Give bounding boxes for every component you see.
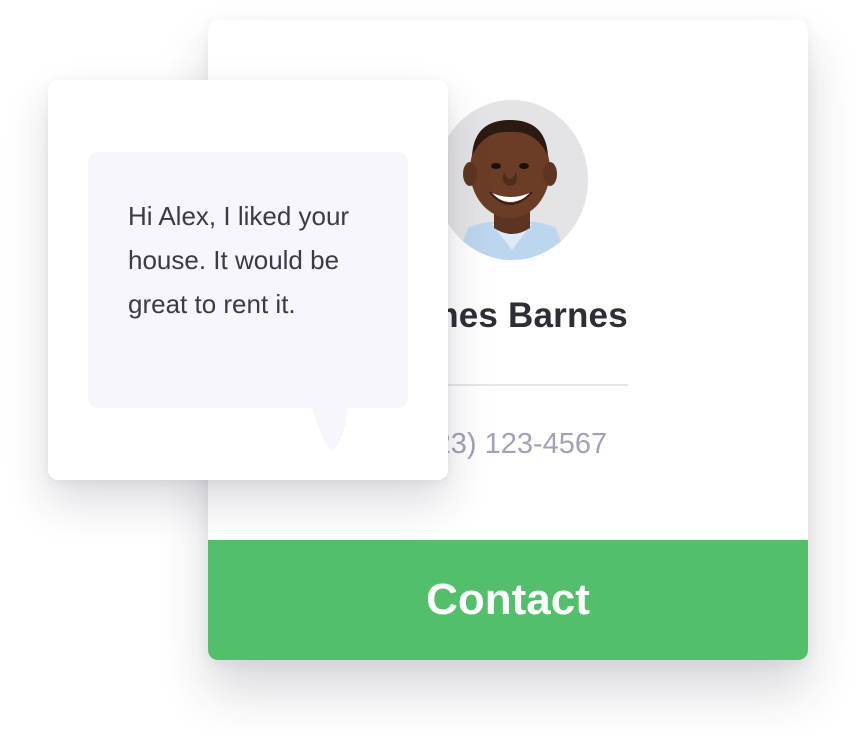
- avatar: [436, 100, 588, 260]
- stage: James Barnes (123) 123-4567 Contact Hi A…: [0, 0, 856, 736]
- bubble-tail-icon: [312, 408, 348, 449]
- person-photo-icon: [436, 100, 588, 260]
- message-text: Hi Alex, I liked your house. It would be…: [128, 201, 350, 319]
- contact-button[interactable]: Contact: [208, 540, 808, 660]
- message-bubble: Hi Alex, I liked your house. It would be…: [88, 152, 408, 408]
- message-card: Hi Alex, I liked your house. It would be…: [48, 80, 448, 480]
